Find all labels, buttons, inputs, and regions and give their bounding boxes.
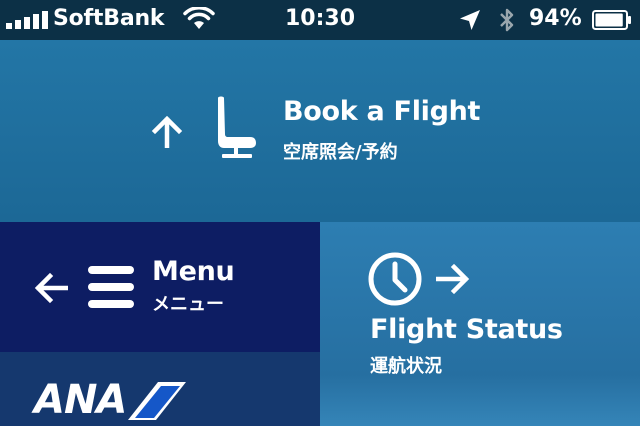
bluetooth-icon — [500, 8, 514, 32]
book-flight-tile[interactable] — [0, 40, 640, 222]
menu-subtitle: メニュー — [152, 294, 224, 315]
arrow-up-icon — [151, 116, 183, 148]
menu-title: Menu — [152, 256, 235, 287]
hamburger-icon — [88, 266, 134, 308]
ana-logo: ANA — [34, 377, 127, 423]
book-flight-subtitle: 空席照会/予約 — [283, 142, 398, 163]
ana-logo-mark-icon — [128, 382, 186, 420]
book-flight-title: Book a Flight — [283, 96, 481, 127]
flight-status-title: Flight Status — [370, 314, 563, 345]
flight-status-subtitle: 運航状況 — [370, 356, 442, 377]
arrow-right-icon — [436, 263, 470, 295]
clock-icon — [368, 252, 422, 306]
seat-icon — [218, 96, 256, 158]
status-bar: SoftBank 10:30 94% — [0, 0, 640, 40]
battery-percent: 94% — [529, 6, 582, 31]
battery-icon — [592, 10, 631, 30]
location-arrow-icon — [460, 10, 480, 30]
arrow-left-icon — [34, 272, 68, 304]
app-screen: SoftBank 10:30 94% Book a Flight 空席照会/予約 — [0, 0, 640, 426]
